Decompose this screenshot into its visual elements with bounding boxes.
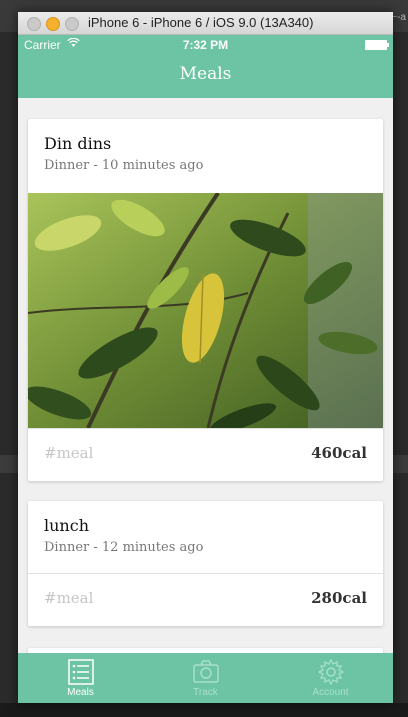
simulator-title: iPhone 6 - iPhone 6 / iOS 9.0 (13A340) (88, 15, 314, 30)
tab-bar: Meals Track Account (18, 653, 393, 703)
meal-subtitle: Dinner - 10 minutes ago (44, 158, 204, 173)
meal-feed[interactable]: Din dins Dinner - 10 minutes ago #meal 4… (18, 98, 393, 653)
meal-card[interactable]: lunch Dinner - 12 minutes ago #meal 280c… (28, 501, 383, 626)
meal-title: lunch (44, 516, 89, 535)
simulator-window: iPhone 6 - iPhone 6 / iOS 9.0 (13A340) C… (18, 12, 393, 703)
status-time: 7:32 PM (182, 38, 229, 52)
meal-tag[interactable]: #meal (44, 444, 93, 462)
window-close-button[interactable] (27, 17, 41, 31)
gear-icon (317, 659, 344, 685)
status-bar: Carrier 7:32 PM (18, 35, 393, 55)
meal-footer: #meal 460cal (28, 428, 383, 481)
list-icon (67, 659, 94, 685)
tab-track[interactable]: Track (143, 653, 268, 703)
meal-calories: 460cal (311, 444, 367, 462)
page-title: Meals (179, 64, 232, 84)
meal-card[interactable]: Din dins Dinner - 10 minutes ago #meal 4… (28, 119, 383, 481)
meal-subtitle: Dinner - 12 minutes ago (44, 540, 204, 555)
meal-calories: 280cal (311, 589, 367, 607)
desktop-fragment: ⌐-a (391, 12, 406, 23)
window-zoom-button[interactable] (65, 17, 79, 31)
meal-title: Din dins (44, 134, 112, 153)
app-header: Carrier 7:32 PM Meals (18, 35, 393, 99)
tab-label: Meals (67, 687, 94, 698)
camera-icon (192, 660, 219, 683)
window-minimize-button[interactable] (46, 17, 60, 31)
tab-label: Track (193, 687, 218, 698)
meal-footer: #meal 280cal (28, 573, 383, 626)
simulator-titlebar[interactable]: iPhone 6 - iPhone 6 / iOS 9.0 (13A340) (18, 12, 393, 35)
tab-label: Account (312, 687, 349, 698)
desktop-bottom (0, 703, 408, 717)
meal-tag[interactable]: #meal (44, 589, 93, 607)
meal-photo[interactable] (28, 193, 383, 428)
battery-icon (365, 40, 389, 50)
tab-account[interactable]: Account (268, 653, 393, 703)
tab-meals[interactable]: Meals (18, 653, 143, 703)
